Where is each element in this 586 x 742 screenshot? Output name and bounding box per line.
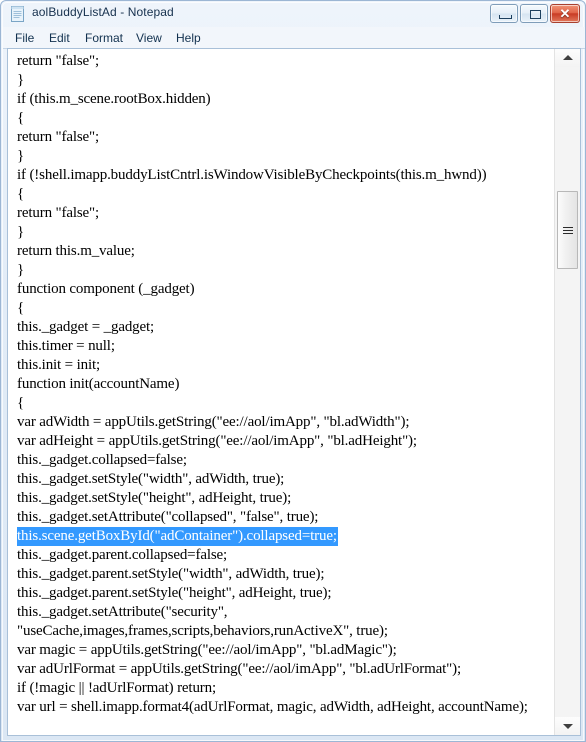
code-line[interactable]: "useCache,images,frames,scripts,behavior… [17,622,388,641]
menu-item-help[interactable]: Help [173,30,204,46]
text-editor[interactable]: return "false";} if (this.m_scene.rootBox… [8,49,555,735]
code-line[interactable]: var adWidth = appUtils.getString("ee://a… [17,413,409,432]
code-line[interactable]: { [17,394,24,413]
scrollbar-thumb[interactable] [557,191,578,269]
code-line[interactable]: if (!magic || !adUrlFormat) return; [17,679,216,698]
triangle-up-icon [563,55,573,60]
code-line[interactable]: this.init = init; [17,356,100,375]
notepad-document-icon [11,6,24,22]
grip-icon [563,227,573,234]
minimize-button[interactable] [490,4,518,23]
code-line[interactable]: function component (_gadget) [17,280,195,299]
code-line[interactable]: var url = shell.imapp.format4(adUrlForma… [17,698,528,717]
code-line[interactable]: this._gadget = _gadget; [17,318,154,337]
code-line[interactable]: } [17,261,24,280]
code-line[interactable]: var magic = appUtils.getString("ee://aol… [17,641,397,660]
maximize-icon [530,10,541,19]
code-line[interactable]: this._gadget.collapsed=false; [17,451,187,470]
scroll-up-arrow-icon[interactable] [555,49,580,67]
code-line[interactable]: this._gadget.setStyle("width", adWidth, … [17,470,284,489]
code-line[interactable]: } [17,71,24,90]
notepad-window: aolBuddyListAd - Notepad ✕ File Edit For… [0,0,586,742]
code-line[interactable]: var adHeight = appUtils.getString("ee://… [17,432,417,451]
code-line[interactable]: this._gadget.parent.setStyle("height", a… [17,584,331,603]
code-line[interactable]: { [17,109,24,128]
title-bar[interactable]: aolBuddyListAd - Notepad ✕ [1,1,585,27]
code-line[interactable]: var adUrlFormat = appUtils.getString("ee… [17,660,461,679]
maximize-button[interactable] [520,4,548,23]
editor-client-area: return "false";} if (this.m_scene.rootBox… [7,48,581,736]
code-line[interactable]: this._gadget.setStyle("height", adHeight… [17,489,291,508]
code-line[interactable]: return "false"; [17,128,99,147]
minimize-icon [499,15,512,19]
code-line[interactable]: } [17,147,24,166]
code-line[interactable]: if (!shell.imapp.buddyListCntrl.isWindow… [17,166,487,185]
menu-item-format[interactable]: Format [82,30,126,46]
close-icon: ✕ [559,6,571,21]
selected-code-line[interactable]: this.scene.getBoxById("adContainer").col… [17,527,338,546]
close-button[interactable]: ✕ [550,4,580,23]
code-line[interactable]: this._gadget.setAttribute("security", [17,603,228,622]
menu-item-edit[interactable]: Edit [46,30,73,46]
code-line[interactable]: } [17,223,24,242]
code-line[interactable]: this.timer = null; [17,337,115,356]
code-line[interactable]: function init(accountName) [17,375,179,394]
code-line[interactable]: { [17,299,24,318]
code-line[interactable]: return "false"; [17,204,99,223]
code-line[interactable]: this._gadget.setAttribute("collapsed", "… [17,508,318,527]
code-line[interactable]: this._gadget.parent.collapsed=false; [17,546,227,565]
menu-bar: File Edit Format View Help [3,27,585,49]
vertical-scrollbar[interactable] [554,49,580,735]
menu-item-file[interactable]: File [12,30,37,46]
code-line[interactable]: if (this.m_scene.rootBox.hidden) [17,90,211,109]
window-title: aolBuddyListAd - Notepad [32,5,174,19]
code-line[interactable]: return this.m_value; [17,242,135,261]
code-line[interactable]: return "false"; [17,52,99,71]
code-line[interactable]: this._gadget.parent.setStyle("width", ad… [17,565,325,584]
code-line[interactable]: { [17,185,24,204]
triangle-down-icon [563,724,573,729]
scroll-down-arrow-icon[interactable] [555,717,580,735]
menu-item-view[interactable]: View [133,30,165,46]
